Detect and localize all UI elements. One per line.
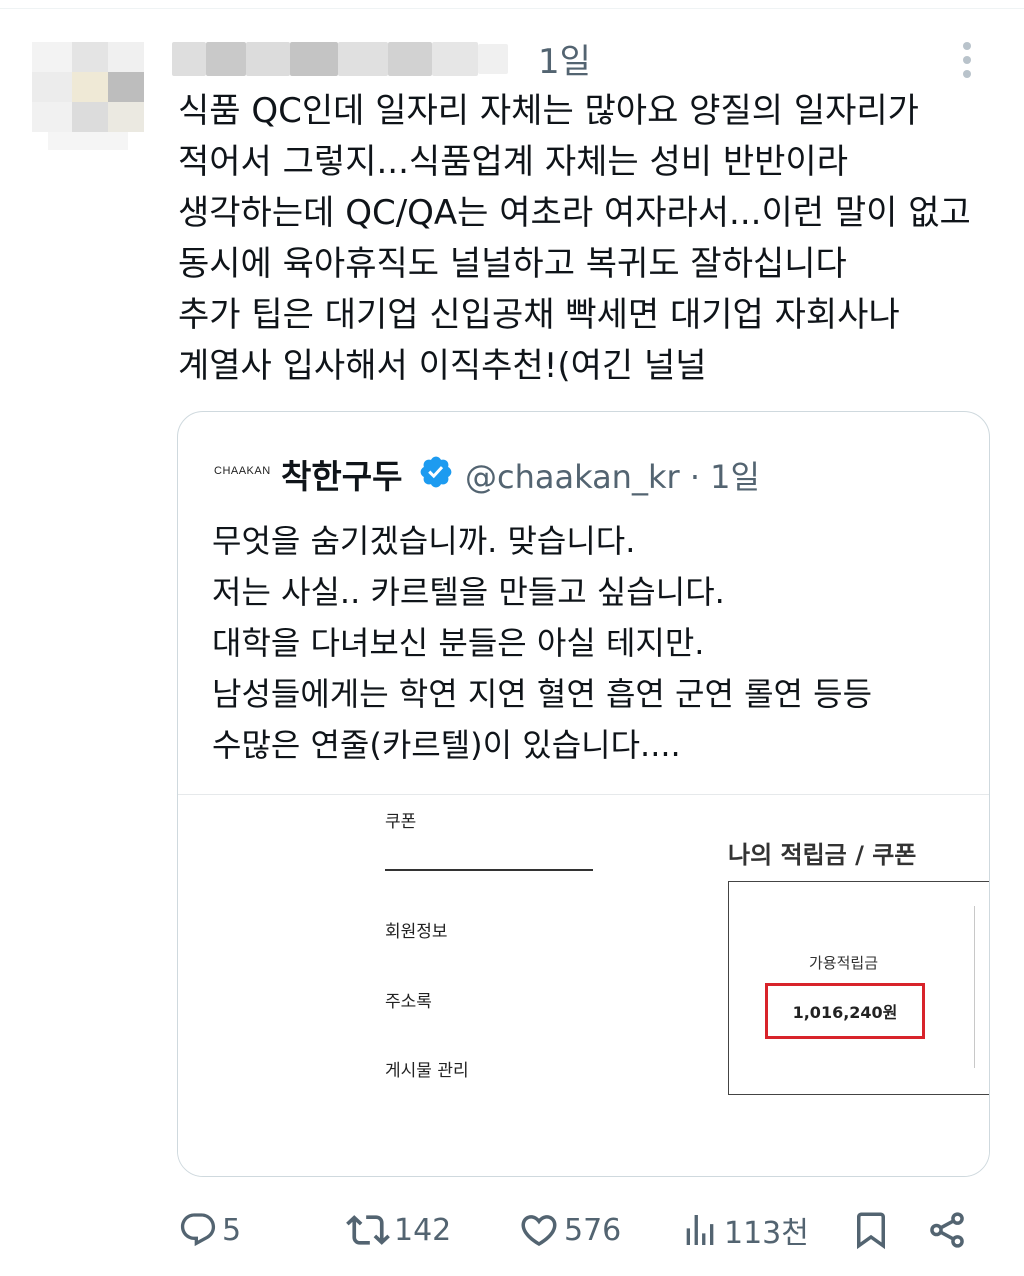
retweet-button[interactable]: 142 (346, 1200, 451, 1260)
author-name-blurred[interactable] (172, 40, 524, 80)
avatar[interactable] (28, 42, 148, 152)
heart-icon (521, 1215, 557, 1247)
more-dot-icon (963, 70, 971, 78)
menu-item-coupon: 쿠폰 (385, 812, 417, 832)
tweet-time[interactable]: 1일 (538, 34, 591, 83)
views-button[interactable]: 113천 (680, 1200, 809, 1260)
points-panel: 가용적립금 1,016,240원 (728, 881, 989, 1095)
reply-button[interactable]: 5 (178, 1200, 241, 1260)
menu-item-post-management: 게시물 관리 (385, 1061, 469, 1081)
share-button[interactable] (926, 1200, 968, 1260)
like-count: 576 (564, 1212, 622, 1248)
reply-icon (180, 1213, 216, 1247)
points-highlight-box: 1,016,240원 (765, 983, 925, 1039)
bookmark-button[interactable] (850, 1200, 892, 1260)
share-icon (930, 1212, 964, 1248)
available-points-value: 1,016,240원 (792, 1003, 898, 1022)
quote-handle-time[interactable]: @chaakan_kr · 1일 (465, 452, 760, 498)
points-panel-title: 나의 적립금 / 쿠폰 (728, 841, 917, 869)
quote-author-name[interactable]: 착한구두 (281, 450, 402, 498)
menu-item-member-info: 회원정보 (385, 922, 448, 942)
quote-attached-image[interactable]: 쿠폰 회원정보 주소록 게시물 관리 나의 적립금 / 쿠폰 가용적립금 1,0… (178, 794, 989, 1176)
more-dot-icon (963, 56, 971, 64)
reply-count: 5 (222, 1212, 242, 1248)
menu-item-address-book: 주소록 (385, 992, 432, 1012)
retweet-icon (346, 1215, 390, 1245)
more-dot-icon (963, 42, 971, 50)
views-count: 113천 (724, 1216, 809, 1251)
quote-text: 무엇을 숨기겠습니까. 맞습니다. 저는 사실.. 카르텔을 만들고 싶습니다.… (212, 522, 873, 764)
like-button[interactable]: 576 (518, 1200, 621, 1260)
verified-badge-icon (420, 456, 452, 488)
tweet-text: 식품 QC인데 일자리 자체는 많아요 양질의 일자리가 적어서 그렇지...식… (178, 91, 971, 386)
bookmark-icon (857, 1212, 885, 1250)
more-options-button[interactable] (950, 38, 984, 82)
quoted-tweet-card[interactable]: CHAAKAN 착한구두 @chaakan_kr · 1일 무엇을 숨기겠습니까… (177, 411, 990, 1177)
views-chart-icon (686, 1215, 714, 1245)
retweet-count: 142 (394, 1212, 452, 1248)
tweet-action-bar: 5 142 576 113천 (0, 1200, 1024, 1260)
menu-underline (385, 869, 593, 871)
available-points-label: 가용적립금 (809, 954, 879, 972)
top-divider (0, 8, 1024, 9)
panel-divider (973, 906, 975, 1068)
quote-avatar-logo[interactable]: CHAAKAN (214, 465, 271, 477)
